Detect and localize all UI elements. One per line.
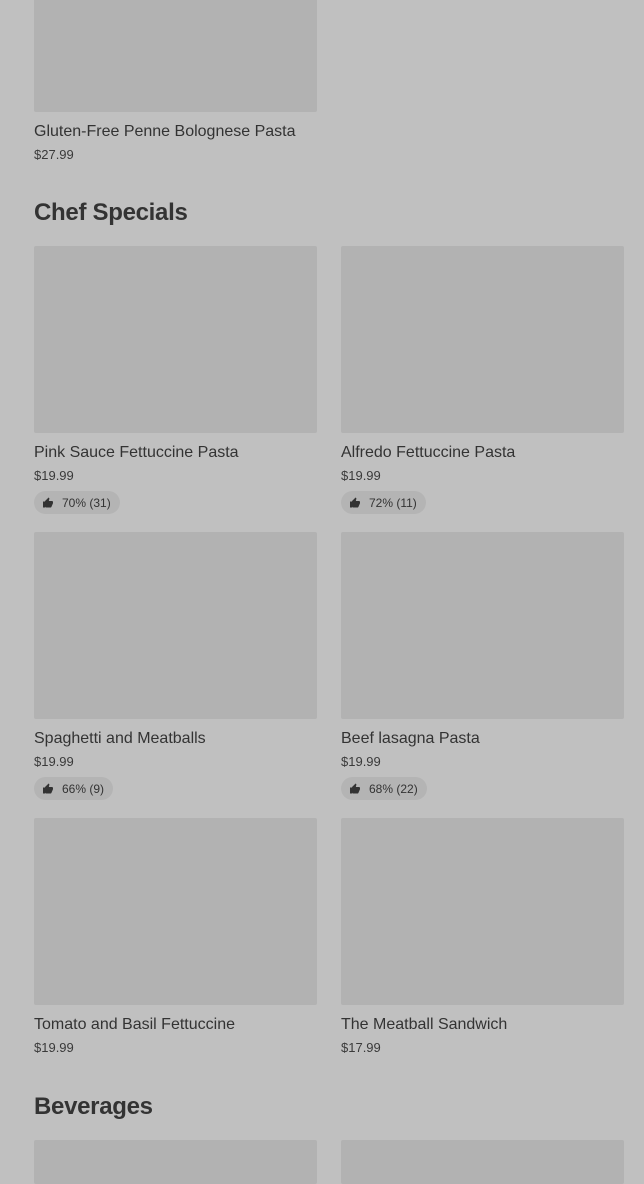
menu-item-price: $17.99 (341, 1040, 381, 1055)
menu-page: Gluten-Free Penne Bolognese Pasta $27.99… (0, 0, 644, 1184)
thumbs-up-icon (350, 497, 360, 507)
menu-item-image[interactable] (34, 0, 317, 112)
menu-item-name: Tomato and Basil Fettuccine (34, 1016, 235, 1033)
menu-item-card[interactable]: Gluten-Free Penne Bolognese Pasta $27.99 (34, 0, 317, 164)
menu-item-card[interactable] (341, 1140, 624, 1184)
menu-item-card[interactable]: Spaghetti and Meatballs $19.99 66% (9) (34, 532, 317, 800)
menu-item-price: $19.99 (341, 754, 381, 769)
menu-item-image[interactable] (34, 1140, 317, 1184)
menu-item-price: $27.99 (34, 147, 74, 162)
menu-item-price: $19.99 (34, 754, 74, 769)
rating-text: 70% (31) (62, 495, 111, 510)
menu-item-name: Alfredo Fettuccine Pasta (341, 444, 516, 461)
menu-item-image[interactable] (341, 532, 624, 719)
rating-text: 66% (9) (62, 781, 105, 796)
menu-item-price: $19.99 (341, 468, 381, 483)
menu-item-name: Pink Sauce Fettuccine Pasta (34, 444, 239, 461)
menu-item-price: $19.99 (34, 468, 74, 483)
menu-item-card[interactable]: Beef lasagna Pasta $19.99 68% (22) (341, 532, 624, 800)
thumbs-up-icon (43, 497, 53, 507)
rating-text: 72% (11) (369, 495, 417, 510)
menu-item-price: $19.99 (34, 1040, 74, 1055)
rating-text: 68% (22) (369, 781, 418, 796)
menu-item-card[interactable] (34, 1140, 317, 1184)
section-title-beverages: Beverages (34, 1093, 153, 1120)
menu-item-card[interactable]: Alfredo Fettuccine Pasta $19.99 72% (11) (341, 246, 624, 514)
rating-badge: 72% (11) (341, 491, 426, 514)
section-title-chef-specials: Chef Specials (34, 199, 188, 226)
rating-badge: 68% (22) (341, 777, 427, 800)
menu-item-image[interactable] (341, 818, 624, 1005)
menu-item-image[interactable] (34, 532, 317, 719)
menu-item-name: Beef lasagna Pasta (341, 730, 480, 747)
rating-badge: 66% (9) (34, 777, 114, 800)
menu-item-name: The Meatball Sandwich (341, 1016, 508, 1033)
menu-item-card[interactable]: The Meatball Sandwich $17.99 (341, 818, 624, 1057)
menu-item-name: Spaghetti and Meatballs (34, 730, 206, 747)
menu-item-card[interactable]: Tomato and Basil Fettuccine $19.99 (34, 818, 317, 1057)
menu-item-image[interactable] (341, 1140, 624, 1184)
menu-item-name: Gluten-Free Penne Bolognese Pasta (34, 123, 296, 140)
menu-item-image[interactable] (34, 246, 317, 433)
menu-item-card[interactable]: Pink Sauce Fettuccine Pasta $19.99 70% (… (34, 246, 317, 514)
thumbs-up-icon (43, 783, 53, 793)
thumbs-up-icon (350, 783, 360, 793)
menu-item-image[interactable] (34, 818, 317, 1005)
rating-badge: 70% (31) (34, 491, 120, 514)
menu-item-image[interactable] (341, 246, 624, 433)
